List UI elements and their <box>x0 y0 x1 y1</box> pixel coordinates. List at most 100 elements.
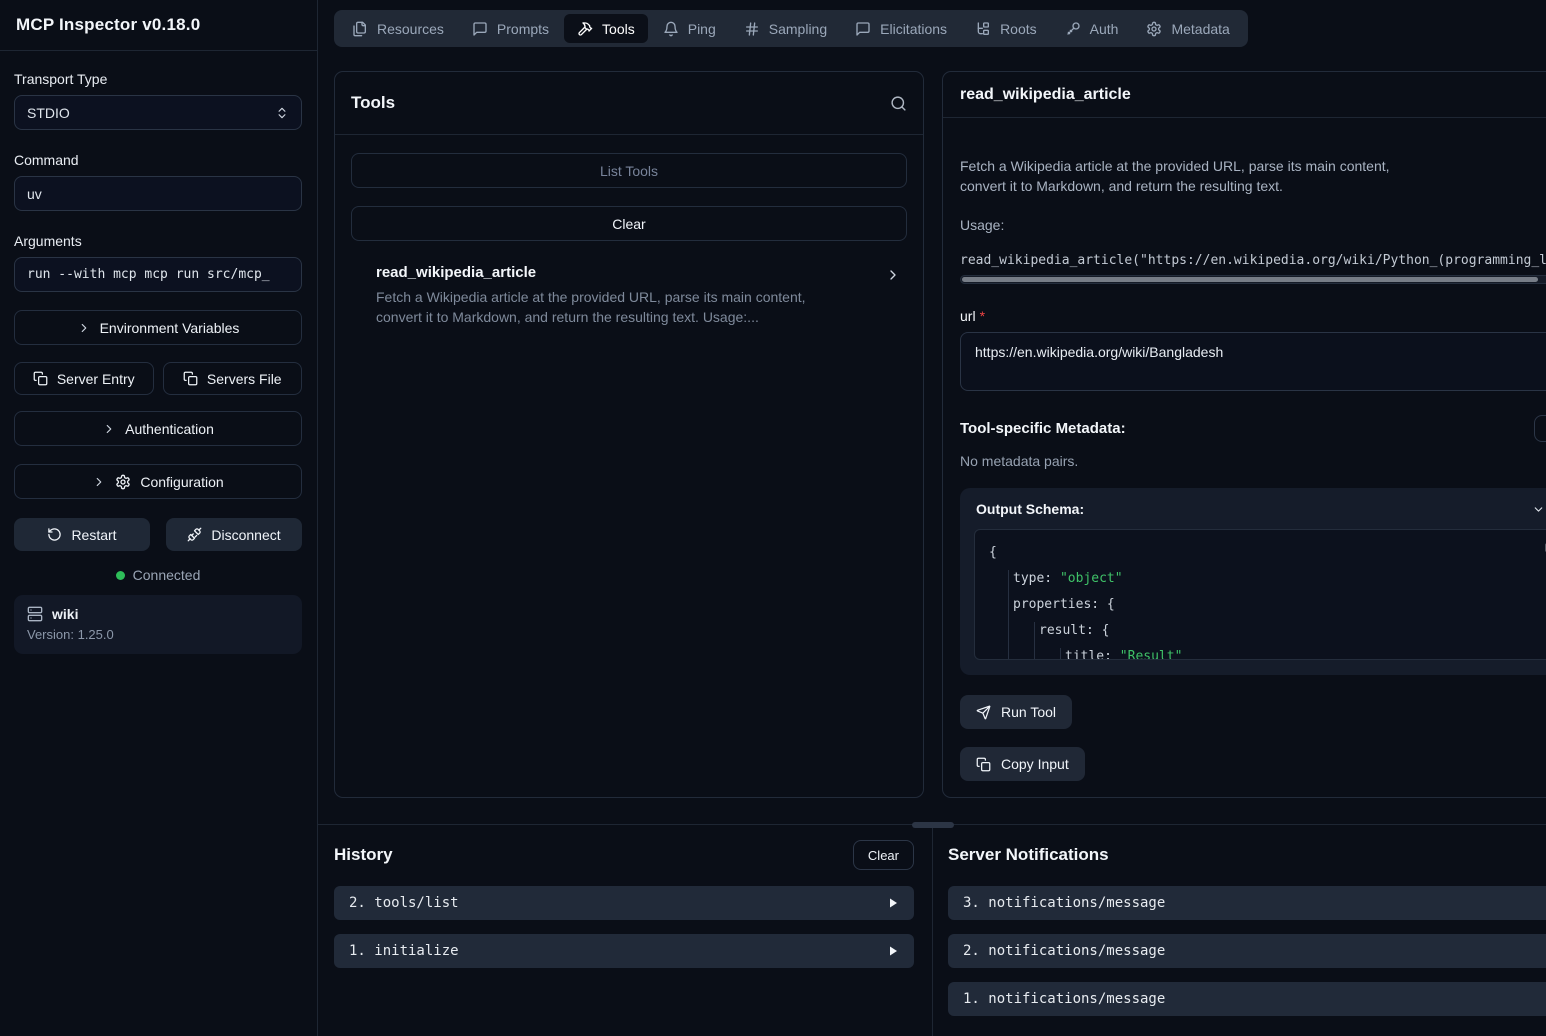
sidebar-header: MCP Inspector v0.18.0 <box>0 0 317 51</box>
chevron-down-icon <box>1532 503 1545 516</box>
status-text: Connected <box>133 567 201 583</box>
add-pair-button[interactable]: Add Pair <box>1534 415 1546 442</box>
usage-label: Usage: <box>960 217 1546 233</box>
server-card: wiki Version: 1.25.0 <box>14 595 302 654</box>
command-input[interactable] <box>14 176 302 211</box>
connected-dot-icon <box>116 571 125 580</box>
tab-elicitations[interactable]: Elicitations <box>842 14 960 43</box>
detail-title: read_wikipedia_article <box>960 86 1131 104</box>
no-metadata-text: No metadata pairs. <box>960 453 1546 469</box>
tool-name: read_wikipedia_article <box>376 264 885 281</box>
copy-input-button[interactable]: Copy Input <box>960 747 1085 781</box>
chevrons-up-down-icon <box>275 106 289 120</box>
chevron-right-icon <box>885 267 901 283</box>
copy-icon <box>33 371 48 386</box>
chevron-right-icon <box>77 321 91 335</box>
hammer-icon <box>577 21 593 37</box>
hash-icon <box>744 21 760 37</box>
tab-label: Roots <box>1000 21 1037 37</box>
arguments-label: Arguments <box>14 233 302 249</box>
chevron-right-icon <box>92 475 106 489</box>
usage-horizontal-scrollbar[interactable] <box>960 275 1546 284</box>
clear-history-button[interactable]: Clear <box>853 840 914 870</box>
url-label: url <box>960 308 976 324</box>
url-input[interactable]: https://en.wikipedia.org/wiki/Bangladesh <box>960 332 1546 391</box>
tab-metadata[interactable]: Metadata <box>1133 14 1242 43</box>
schema-line: { <box>989 540 1546 566</box>
tab-resources[interactable]: Resources <box>339 14 457 43</box>
history-item-label: 2. tools/list <box>349 895 459 911</box>
message-square-icon <box>472 21 488 37</box>
authentication-button[interactable]: Authentication <box>14 411 302 446</box>
tab-tools[interactable]: Tools <box>564 14 648 43</box>
tab-sampling[interactable]: Sampling <box>731 14 840 43</box>
server-notifications-panel: Server Notifications Clear 3. notificati… <box>933 825 1546 1036</box>
servers-file-button[interactable]: Servers File <box>163 362 303 395</box>
unplug-icon <box>187 527 202 542</box>
tab-auth[interactable]: Auth <box>1052 14 1132 43</box>
expand-schema-button[interactable]: Expand <box>1532 502 1546 517</box>
notification-item-label: 2. notifications/message <box>963 943 1165 959</box>
schema-line: title: "Result" <box>989 644 1546 660</box>
tab-ping[interactable]: Ping <box>650 14 729 43</box>
schema-line: properties: { <box>989 592 1546 618</box>
tab-label: Elicitations <box>880 21 947 37</box>
restart-button[interactable]: Restart <box>14 518 150 551</box>
restart-icon <box>47 527 62 542</box>
schema-code-block[interactable]: { type: "object" properties: { result: {… <box>974 529 1546 660</box>
chevron-right-icon <box>102 422 116 436</box>
clear-tools-button[interactable]: Clear <box>351 206 907 241</box>
run-tool-button[interactable]: Run Tool <box>960 695 1072 729</box>
tools-panel-title: Tools <box>351 93 395 113</box>
notification-item-label: 1. notifications/message <box>963 991 1165 1007</box>
top-nav: Resources Prompts Tools Ping Sampling Elicita… <box>334 10 1248 47</box>
tab-roots[interactable]: Roots <box>962 14 1050 43</box>
search-icon[interactable] <box>890 95 907 112</box>
notification-item-label: 3. notifications/message <box>963 895 1165 911</box>
server-version: Version: 1.25.0 <box>27 627 289 642</box>
server-entry-button[interactable]: Server Entry <box>14 362 154 395</box>
bell-icon <box>663 21 679 37</box>
transport-type-label: Transport Type <box>14 71 302 87</box>
connection-status: Connected <box>14 567 302 583</box>
metadata-label: Tool-specific Metadata: <box>960 420 1126 437</box>
transport-select[interactable]: STDIO <box>14 95 302 130</box>
output-schema-card: Output Schema: Expand <box>960 488 1546 675</box>
arguments-input[interactable] <box>14 257 302 292</box>
tool-list-item[interactable]: read_wikipedia_article Fetch a Wikipedia… <box>351 264 907 327</box>
environment-variables-button[interactable]: Environment Variables <box>14 310 302 345</box>
tab-label: Metadata <box>1171 21 1229 37</box>
notification-item[interactable]: 2. notifications/message <box>948 934 1546 968</box>
gear-icon <box>1146 21 1162 37</box>
tab-label: Tools <box>602 21 635 37</box>
sidebar: MCP Inspector v0.18.0 Transport Type STD… <box>0 0 318 1036</box>
app-title: MCP Inspector v0.18.0 <box>16 15 301 35</box>
transport-select-value: STDIO <box>27 105 70 121</box>
copy-icon <box>183 371 198 386</box>
list-tools-button[interactable]: List Tools <box>351 153 907 188</box>
app-root: MCP Inspector v0.18.0 Transport Type STD… <box>0 0 1546 1036</box>
server-name: wiki <box>52 606 78 622</box>
files-icon <box>352 21 368 37</box>
server-icon <box>27 606 43 622</box>
resize-handle[interactable] <box>912 822 954 828</box>
tab-label: Auth <box>1090 21 1119 37</box>
key-icon <box>1065 21 1081 37</box>
tree-icon <box>975 21 991 37</box>
disconnect-button[interactable]: Disconnect <box>166 518 302 551</box>
history-item[interactable]: 1. initialize <box>334 934 914 968</box>
horizontal-divider <box>318 824 1546 825</box>
notification-item[interactable]: 3. notifications/message <box>948 886 1546 920</box>
tab-label: Ping <box>688 21 716 37</box>
tools-panel: Tools List Tools Clear read_wikipedia_ar… <box>334 71 924 798</box>
copy-icon <box>976 757 991 772</box>
notification-item[interactable]: 1. notifications/message <box>948 982 1546 1016</box>
history-title: History <box>334 845 393 865</box>
history-panel: History Clear 2. tools/list 1. initialize <box>318 825 933 1036</box>
tab-label: Prompts <box>497 21 549 37</box>
notifications-title: Server Notifications <box>948 845 1109 865</box>
history-item[interactable]: 2. tools/list <box>334 886 914 920</box>
configuration-button[interactable]: Configuration <box>14 464 302 499</box>
tab-prompts[interactable]: Prompts <box>459 14 562 43</box>
gear-icon <box>115 474 131 490</box>
